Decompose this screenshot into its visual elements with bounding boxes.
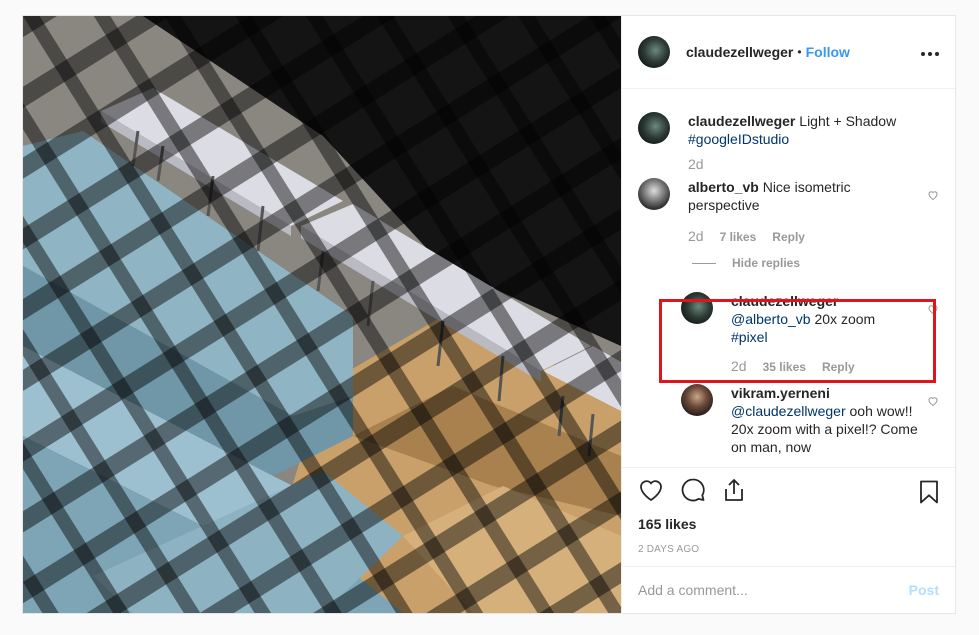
likes-count[interactable]: 165 likes bbox=[622, 516, 955, 532]
divider bbox=[692, 262, 716, 264]
caption: claudezellweger Light + Shadow #googleID… bbox=[638, 112, 939, 148]
avatar[interactable] bbox=[681, 292, 713, 324]
caption-meta: 2d bbox=[688, 156, 939, 172]
bookmark-icon[interactable] bbox=[919, 480, 939, 509]
comment-icon[interactable] bbox=[680, 477, 706, 508]
heart-icon[interactable] bbox=[927, 188, 939, 206]
follow-button[interactable]: Follow bbox=[806, 44, 850, 60]
reply-username[interactable]: claudezellweger bbox=[731, 293, 838, 309]
reply-age[interactable]: 2d bbox=[731, 358, 747, 374]
add-comment-bar: Post bbox=[622, 566, 955, 612]
comments-list[interactable]: claudezellweger Light + Shadow #googleID… bbox=[622, 90, 955, 466]
post-photo[interactable] bbox=[23, 16, 621, 613]
reply-mention[interactable]: @claudezellweger bbox=[731, 403, 846, 419]
comment-username[interactable]: alberto_vb bbox=[688, 179, 759, 195]
comment-item: alberto_vb Nice isometric perspective bbox=[638, 178, 939, 214]
comment-input[interactable] bbox=[638, 581, 909, 598]
post-card: claudezellweger • Follow claudezellweger… bbox=[22, 15, 956, 614]
post-sidebar: claudezellweger • Follow claudezellweger… bbox=[621, 16, 955, 613]
heart-icon[interactable] bbox=[638, 478, 664, 507]
separator-dot: • bbox=[797, 45, 802, 59]
post-header: claudezellweger • Follow bbox=[622, 16, 955, 89]
reply-item: claudezellweger @alberto_vb 20x zoom #pi… bbox=[681, 292, 939, 346]
reply-mention[interactable]: @alberto_vb bbox=[731, 311, 811, 327]
heart-icon[interactable] bbox=[927, 302, 939, 320]
avatar[interactable] bbox=[638, 112, 670, 144]
reply-username[interactable]: vikram.yerneni bbox=[731, 385, 830, 401]
reply-meta: 2d 35 likes Reply bbox=[731, 358, 939, 374]
avatar[interactable] bbox=[638, 178, 670, 210]
reply-item: vikram.yerneni @claudezellweger ooh wow!… bbox=[681, 384, 939, 456]
reply-button[interactable]: Reply bbox=[822, 360, 855, 374]
reply-button[interactable]: Reply bbox=[772, 230, 805, 244]
action-bar: 165 likes 2 DAYS AGO bbox=[622, 467, 955, 555]
comment-meta: 2d 7 likes Reply bbox=[688, 228, 939, 244]
caption-age[interactable]: 2d bbox=[688, 156, 704, 172]
post-button[interactable]: Post bbox=[909, 582, 939, 598]
heart-icon[interactable] bbox=[927, 394, 939, 412]
share-icon[interactable] bbox=[722, 477, 746, 508]
avatar[interactable] bbox=[638, 36, 670, 68]
reply-likes[interactable]: 35 likes bbox=[763, 360, 806, 374]
more-horizontal-icon[interactable] bbox=[921, 43, 939, 61]
hide-replies-label: Hide replies bbox=[732, 256, 801, 270]
comment-age[interactable]: 2d bbox=[688, 228, 704, 244]
avatar[interactable] bbox=[681, 384, 713, 416]
header-username[interactable]: claudezellweger bbox=[686, 44, 793, 60]
photo-illustration bbox=[23, 16, 621, 613]
caption-hashtag[interactable]: #googleIDstudio bbox=[688, 131, 789, 147]
post-date[interactable]: 2 DAYS AGO bbox=[622, 544, 955, 555]
reply-hashtag[interactable]: #pixel bbox=[731, 329, 768, 345]
caption-text: Light + Shadow bbox=[799, 113, 897, 129]
comment-likes[interactable]: 7 likes bbox=[720, 230, 757, 244]
hide-replies-button[interactable]: Hide replies bbox=[692, 256, 939, 270]
caption-username[interactable]: claudezellweger bbox=[688, 113, 795, 129]
reply-text: 20x zoom bbox=[814, 311, 876, 327]
